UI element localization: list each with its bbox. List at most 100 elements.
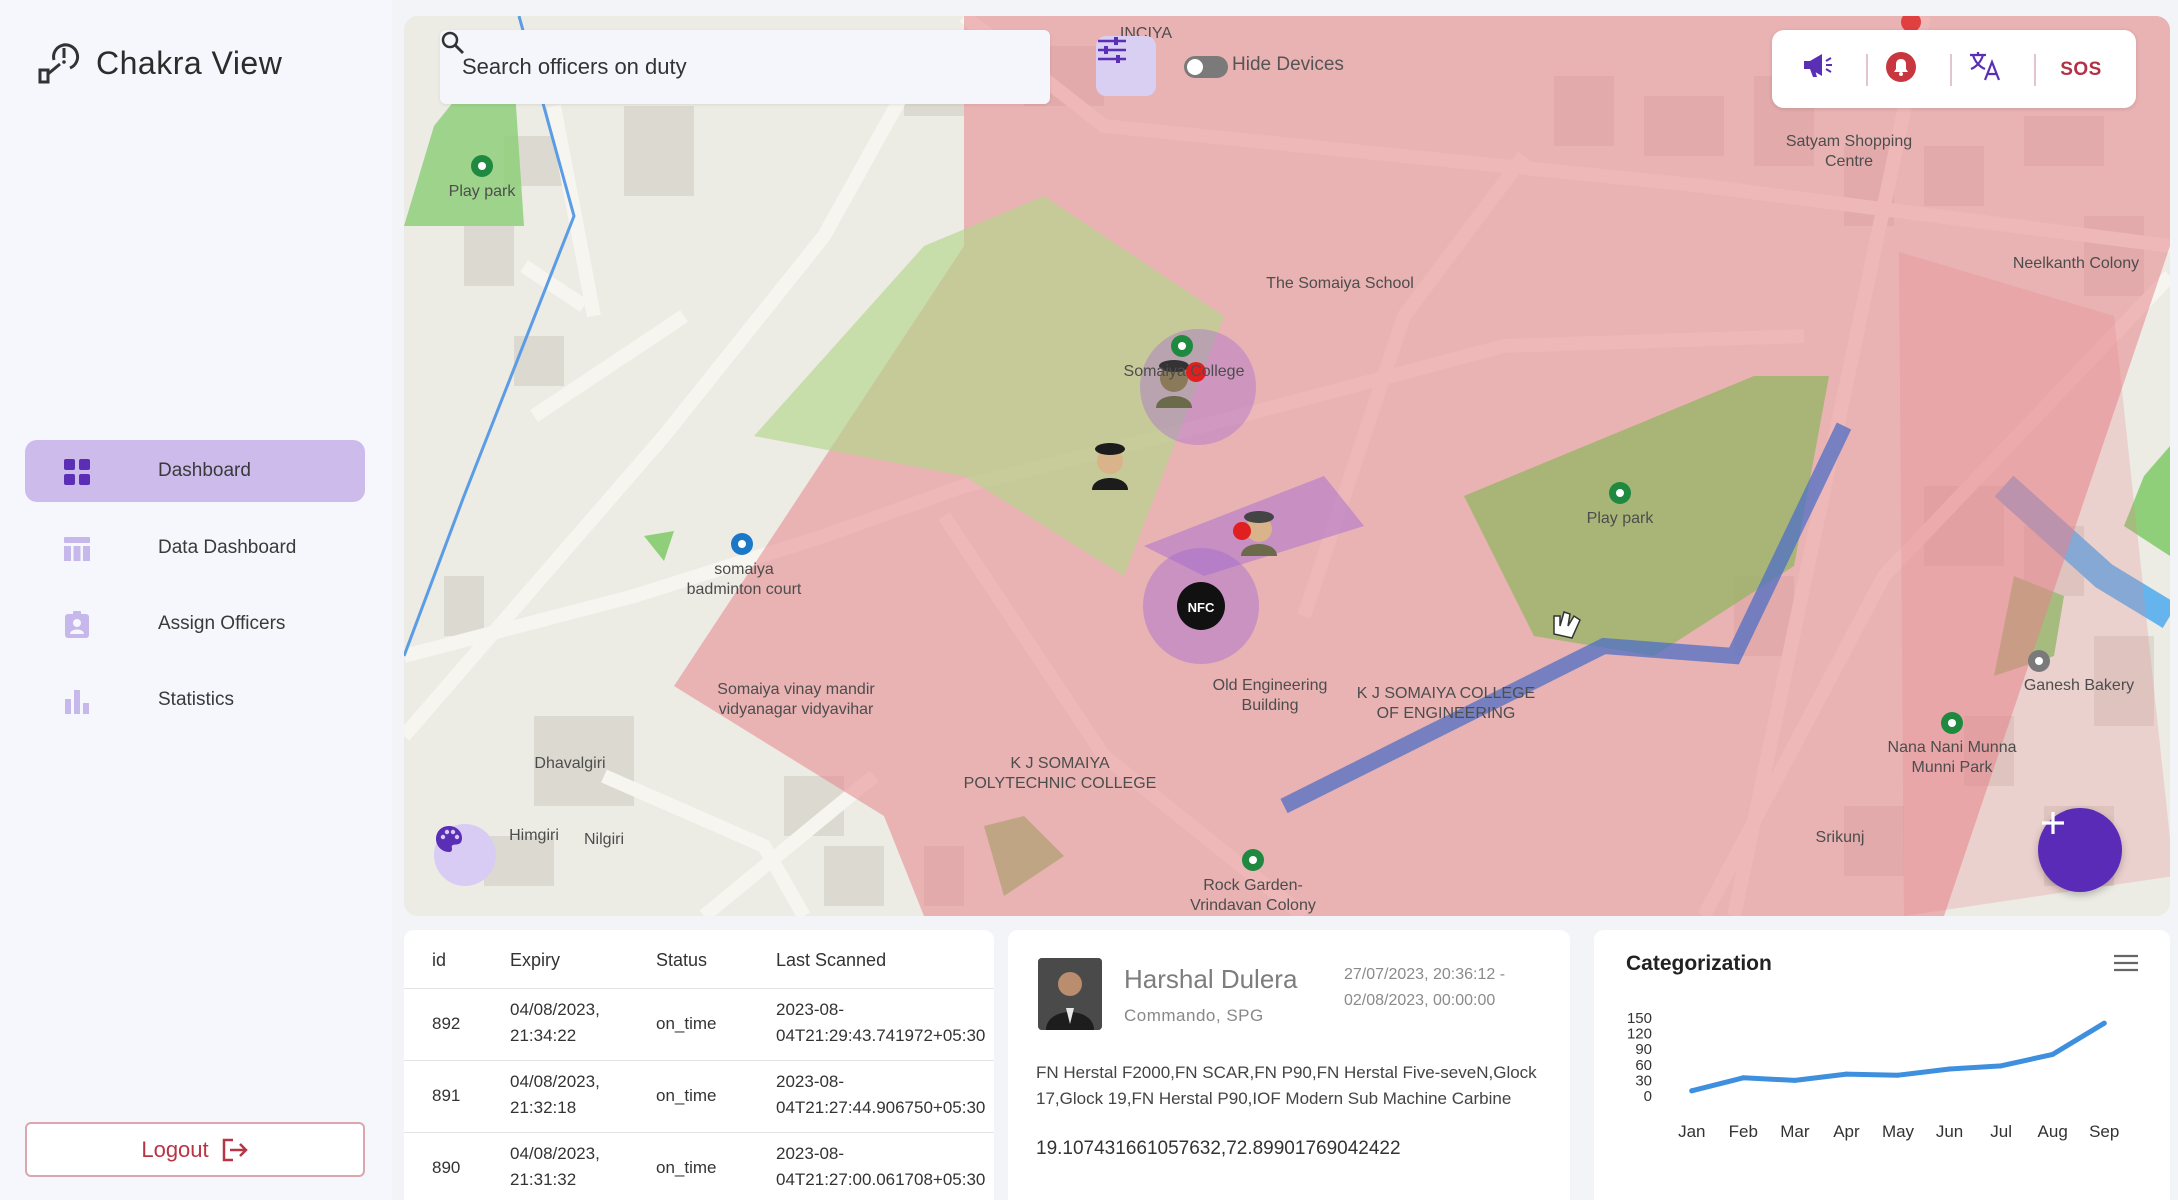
cell-status: on_time: [656, 1014, 717, 1033]
sidebar-item-label: Dashboard: [158, 460, 251, 481]
separator: [1950, 54, 1952, 86]
data-point: [1947, 1066, 1953, 1072]
x-tick-label: Jul: [1990, 1122, 2012, 1141]
x-tick-label: Mar: [1780, 1122, 1810, 1141]
sidebar-item-dashboard[interactable]: Dashboard: [25, 440, 365, 502]
x-tick-label: Sep: [2089, 1122, 2119, 1141]
app-logo: Chakra View: [34, 38, 282, 88]
cell-expiry-time: 21:34:22: [510, 1026, 577, 1045]
cell-expiry-time: 21:31:32: [510, 1170, 577, 1189]
grid-icon: [64, 459, 90, 485]
map-label-play-park: Play park: [448, 183, 516, 200]
data-point: [1998, 1063, 2004, 1069]
cell-expiry-date: 04/08/2023,: [510, 1144, 600, 1163]
officer-avatar: [1038, 958, 1102, 1030]
map-view[interactable]: NFC Play park Play park Satyam Shopping …: [404, 16, 2170, 916]
app-title: Chakra View: [96, 44, 283, 81]
megaphone-icon: [1804, 54, 1832, 77]
x-tick-label: May: [1882, 1122, 1915, 1141]
map-label-somaiya-school: The Somaiya School: [1266, 275, 1414, 292]
data-point: [2050, 1051, 2056, 1057]
cell-id: 892: [432, 1014, 461, 1033]
officer-coordinates: 19.107431661057632,72.89901769042422: [1036, 1138, 1401, 1159]
sidebar-item-statistics[interactable]: Statistics: [25, 669, 365, 731]
map-label-nilgiri: Nilgiri: [584, 831, 624, 848]
column-header-expiry: Expiry: [510, 950, 561, 970]
data-point: [1843, 1071, 1849, 1077]
duty-start: 27/07/2023, 20:36:12 -: [1344, 966, 1506, 983]
x-tick-label: Aug: [2038, 1122, 2068, 1141]
sidebar: Chakra View Dashboard Data Dashboard Ass…: [0, 0, 392, 1200]
chakra-logo-icon: [38, 43, 80, 84]
map-label-himgiri: Himgiri: [509, 827, 559, 844]
filter-button[interactable]: [1096, 36, 1156, 96]
x-tick-label: Apr: [1833, 1122, 1860, 1141]
sidebar-item-label: Statistics: [158, 689, 235, 710]
map-style-button[interactable]: [434, 824, 496, 886]
cell-status: on_time: [656, 1158, 717, 1177]
alarm-bell-icon: [1886, 52, 1916, 82]
sidebar-item-data-dashboard[interactable]: Data Dashboard: [25, 517, 365, 579]
sidebar-item-label: Assign Officers: [158, 613, 286, 634]
data-point: [1740, 1075, 1746, 1081]
nfc-label: NFC: [1188, 600, 1215, 615]
officer-name: Harshal Dulera: [1124, 964, 1298, 994]
cell-scanned-2: 04T21:29:43.741972+05:30: [776, 1026, 986, 1045]
officer-weapons: FN Herstal F2000,FN SCAR,FN P90,FN Herst…: [1036, 1063, 1537, 1108]
data-point: [2101, 1020, 2107, 1026]
table-icon: [64, 537, 90, 561]
cell-expiry-time: 21:32:18: [510, 1098, 577, 1117]
translate-icon: [1970, 52, 2001, 81]
logout-icon: [222, 1138, 248, 1161]
series-line: [1689, 1020, 2107, 1094]
map-label-rock-garden: Rock Garden- Vrindavan Colony: [1190, 877, 1316, 914]
sos-button[interactable]: SOS: [2052, 50, 2110, 90]
data-point: [1689, 1088, 1695, 1094]
map-label-kj-engineering: K J SOMAIYA COLLEGE OF ENGINEERING: [1356, 685, 1536, 722]
badge-icon: [65, 611, 89, 638]
y-tick-label: 60: [1635, 1057, 1652, 1074]
column-header-id: id: [432, 950, 447, 970]
x-tick-label: Jun: [1936, 1122, 1963, 1141]
broadcast-button[interactable]: [1800, 50, 1840, 90]
alarm-button[interactable]: [1884, 50, 1924, 90]
cell-scanned-1: 2023-08-: [776, 1000, 845, 1019]
map-label-kj-polytechnic: K J SOMAIYA POLYTECHNIC COLLEGE: [963, 755, 1157, 792]
categorization-chart-card: Categorization 0 30 60 90 120 150 Jan Feb Mar Apr…: [1594, 930, 2170, 1200]
logout-button[interactable]: Logout: [25, 1122, 365, 1177]
column-header-last-scanned: Last Scanned: [776, 950, 887, 970]
table-row[interactable]: 891 04/08/2023, 21:32:18 on_time 2023-08…: [404, 1060, 994, 1132]
y-tick-label: 30: [1635, 1072, 1652, 1089]
map-label-vinay-mandir: Somaiya vinay mandir vidyanagar vidyavih…: [717, 681, 875, 718]
officer-role: Commando, SPG: [1124, 1006, 1264, 1025]
officer-duty-window: 27/07/2023, 20:36:12 - 02/08/2023, 00:00…: [1344, 962, 1505, 1014]
officer-search-box: [440, 30, 1050, 104]
add-button[interactable]: [2038, 808, 2122, 892]
separator: [1866, 54, 1868, 86]
y-tick-label: 150: [1627, 1010, 1652, 1027]
cell-scanned-2: 04T21:27:44.906750+05:30: [776, 1098, 986, 1117]
data-point: [1895, 1072, 1901, 1078]
map-label-play-park: Play park: [1586, 510, 1654, 527]
hide-devices-toggle[interactable]: [1184, 56, 1228, 78]
y-tick-label: 120: [1627, 1026, 1652, 1043]
map-label-badminton: somaiya badminton court: [686, 561, 802, 598]
palette-icon: [436, 826, 462, 852]
plus-icon: [2042, 812, 2064, 834]
toggle-knob: [1187, 59, 1203, 75]
table-row[interactable]: 890 04/08/2023, 21:31:32 on_time 2023-08…: [404, 1132, 994, 1200]
scans-table: id Expiry Status Last Scanned 892 04/08/…: [404, 930, 994, 1200]
table-row[interactable]: 892 04/08/2023, 21:34:22 on_time 2023-08…: [404, 988, 994, 1060]
logout-label: Logout: [141, 1136, 209, 1162]
hide-devices-label: Hide Devices: [1232, 54, 1344, 75]
categorization-chart: 0306090120150 Jan Feb Mar Apr May Jun Jul Aug Sep: [1627, 1010, 2119, 1141]
sidebar-item-label: Data Dashboard: [158, 537, 297, 558]
sidebar-item-assign-officers[interactable]: Assign Officers: [25, 593, 365, 655]
officer-photo-icon: [1038, 958, 1102, 1030]
officer-search-input[interactable]: [462, 50, 982, 84]
cell-id: 890: [432, 1158, 461, 1177]
officer-details-card: Harshal Dulera Commando, SPG 27/07/2023,…: [1008, 930, 1570, 1200]
search-icon[interactable]: [440, 30, 466, 56]
cell-expiry-date: 04/08/2023,: [510, 1072, 600, 1091]
translate-button[interactable]: [1968, 50, 2008, 90]
